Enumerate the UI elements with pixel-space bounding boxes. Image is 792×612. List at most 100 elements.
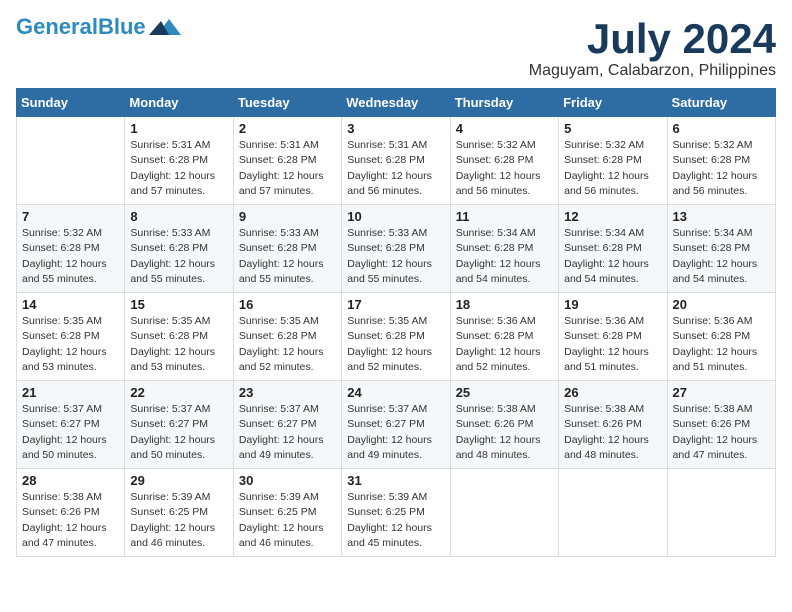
day-number: 2: [239, 121, 336, 136]
day-info: Sunrise: 5:36 AM Sunset: 6:28 PM Dayligh…: [673, 314, 770, 375]
day-info: Sunrise: 5:37 AM Sunset: 6:27 PM Dayligh…: [347, 402, 444, 463]
day-info: Sunrise: 5:31 AM Sunset: 6:28 PM Dayligh…: [347, 138, 444, 199]
calendar-cell: 13Sunrise: 5:34 AM Sunset: 6:28 PM Dayli…: [667, 205, 775, 293]
calendar-cell: 4Sunrise: 5:32 AM Sunset: 6:28 PM Daylig…: [450, 117, 558, 205]
calendar-cell: 29 Sunrise: 5:39 AM Sunset: 6:25 PM Dayli…: [125, 469, 233, 557]
day-info: Sunrise: 5:31 AM Sunset: 6:28 PM Dayligh…: [130, 138, 227, 199]
weekday-header-friday: Friday: [559, 89, 667, 117]
calendar-cell: 10 Sunrise: 5:33 AM Sunset: 6:28 PM Dayli…: [342, 205, 450, 293]
day-number: 6: [673, 121, 770, 136]
day-number: 15: [130, 297, 227, 312]
day-info: Sunrise: 5:32 AM Sunset: 6:28 PM Dayligh…: [22, 226, 119, 287]
day-number: 20: [673, 297, 770, 312]
calendar-cell: 15 Sunrise: 5:35 AM Sunset: 6:28 PM Dayli…: [125, 293, 233, 381]
day-info: Sunrise: 5:32 AM Sunset: 6:28 PM Dayligh…: [564, 138, 661, 199]
day-number: 19: [564, 297, 661, 312]
calendar-cell: 24 Sunrise: 5:37 AM Sunset: 6:27 PM Dayli…: [342, 381, 450, 469]
title-area: July 2024 Maguyam, Calabarzon, Philippin…: [529, 16, 776, 80]
logo-text: GeneralBlue: [16, 16, 146, 38]
calendar-week-5: 28 Sunrise: 5:38 AM Sunset: 6:26 PM Dayli…: [17, 469, 776, 557]
day-number: 8: [130, 209, 227, 224]
calendar-cell: 9 Sunrise: 5:33 AM Sunset: 6:28 PM Daylig…: [233, 205, 341, 293]
calendar-week-2: 7 Sunrise: 5:32 AM Sunset: 6:28 PM Daylig…: [17, 205, 776, 293]
page-header: GeneralBlue July 2024 Maguyam, Calabarzo…: [16, 16, 776, 80]
day-number: 30: [239, 473, 336, 488]
calendar-cell: 2 Sunrise: 5:31 AM Sunset: 6:28 PM Daylig…: [233, 117, 341, 205]
weekday-header-thursday: Thursday: [450, 89, 558, 117]
day-info: Sunrise: 5:38 AM Sunset: 6:26 PM Dayligh…: [22, 490, 119, 551]
day-number: 4: [456, 121, 553, 136]
calendar-cell: 17Sunrise: 5:35 AM Sunset: 6:28 PM Dayli…: [342, 293, 450, 381]
month-title: July 2024: [529, 16, 776, 62]
day-info: Sunrise: 5:34 AM Sunset: 6:28 PM Dayligh…: [564, 226, 661, 287]
day-number: 18: [456, 297, 553, 312]
day-number: 12: [564, 209, 661, 224]
calendar-cell: 30Sunrise: 5:39 AM Sunset: 6:25 PM Dayli…: [233, 469, 341, 557]
calendar-cell: 12 Sunrise: 5:34 AM Sunset: 6:28 PM Dayli…: [559, 205, 667, 293]
calendar-cell: 20 Sunrise: 5:36 AM Sunset: 6:28 PM Dayli…: [667, 293, 775, 381]
day-info: Sunrise: 5:35 AM Sunset: 6:28 PM Dayligh…: [347, 314, 444, 375]
calendar-cell: 26 Sunrise: 5:38 AM Sunset: 6:26 PM Dayli…: [559, 381, 667, 469]
day-number: 21: [22, 385, 119, 400]
logo: GeneralBlue: [16, 16, 181, 38]
weekday-header-saturday: Saturday: [667, 89, 775, 117]
calendar-cell: 8 Sunrise: 5:33 AM Sunset: 6:28 PM Daylig…: [125, 205, 233, 293]
day-number: 10: [347, 209, 444, 224]
day-info: Sunrise: 5:32 AM Sunset: 6:28 PM Dayligh…: [673, 138, 770, 199]
day-number: 11: [456, 209, 553, 224]
day-info: Sunrise: 5:33 AM Sunset: 6:28 PM Dayligh…: [347, 226, 444, 287]
day-info: Sunrise: 5:37 AM Sunset: 6:27 PM Dayligh…: [22, 402, 119, 463]
calendar-cell: 28 Sunrise: 5:38 AM Sunset: 6:26 PM Dayli…: [17, 469, 125, 557]
calendar-cell: 7 Sunrise: 5:32 AM Sunset: 6:28 PM Daylig…: [17, 205, 125, 293]
calendar-cell: 6 Sunrise: 5:32 AM Sunset: 6:28 PM Daylig…: [667, 117, 775, 205]
calendar-cell: 16Sunrise: 5:35 AM Sunset: 6:28 PM Dayli…: [233, 293, 341, 381]
calendar-cell: 21 Sunrise: 5:37 AM Sunset: 6:27 PM Dayli…: [17, 381, 125, 469]
day-number: 3: [347, 121, 444, 136]
calendar-cell: 1 Sunrise: 5:31 AM Sunset: 6:28 PM Daylig…: [125, 117, 233, 205]
calendar-cell: 5Sunrise: 5:32 AM Sunset: 6:28 PM Daylig…: [559, 117, 667, 205]
day-info: Sunrise: 5:38 AM Sunset: 6:26 PM Dayligh…: [564, 402, 661, 463]
day-info: Sunrise: 5:33 AM Sunset: 6:28 PM Dayligh…: [130, 226, 227, 287]
day-number: 26: [564, 385, 661, 400]
day-number: 16: [239, 297, 336, 312]
day-info: Sunrise: 5:36 AM Sunset: 6:28 PM Dayligh…: [456, 314, 553, 375]
day-number: 23: [239, 385, 336, 400]
calendar-cell: 23 Sunrise: 5:37 AM Sunset: 6:27 PM Dayli…: [233, 381, 341, 469]
calendar-cell: 22Sunrise: 5:37 AM Sunset: 6:27 PM Dayli…: [125, 381, 233, 469]
day-info: Sunrise: 5:39 AM Sunset: 6:25 PM Dayligh…: [347, 490, 444, 551]
calendar-header-row: SundayMondayTuesdayWednesdayThursdayFrid…: [17, 89, 776, 117]
day-number: 31: [347, 473, 444, 488]
day-info: Sunrise: 5:33 AM Sunset: 6:28 PM Dayligh…: [239, 226, 336, 287]
weekday-header-wednesday: Wednesday: [342, 89, 450, 117]
day-info: Sunrise: 5:38 AM Sunset: 6:26 PM Dayligh…: [456, 402, 553, 463]
day-number: 25: [456, 385, 553, 400]
weekday-header-sunday: Sunday: [17, 89, 125, 117]
day-number: 9: [239, 209, 336, 224]
calendar-cell: 14Sunrise: 5:35 AM Sunset: 6:28 PM Dayli…: [17, 293, 125, 381]
day-number: 28: [22, 473, 119, 488]
calendar-cell: 25 Sunrise: 5:38 AM Sunset: 6:26 PM Dayli…: [450, 381, 558, 469]
calendar-cell: 11Sunrise: 5:34 AM Sunset: 6:28 PM Dayli…: [450, 205, 558, 293]
day-number: 29: [130, 473, 227, 488]
day-number: 24: [347, 385, 444, 400]
calendar-cell: 31 Sunrise: 5:39 AM Sunset: 6:25 PM Dayli…: [342, 469, 450, 557]
day-number: 22: [130, 385, 227, 400]
calendar-cell: [450, 469, 558, 557]
calendar-cell: 27Sunrise: 5:38 AM Sunset: 6:26 PM Dayli…: [667, 381, 775, 469]
calendar-cell: 19Sunrise: 5:36 AM Sunset: 6:28 PM Dayli…: [559, 293, 667, 381]
day-info: Sunrise: 5:37 AM Sunset: 6:27 PM Dayligh…: [239, 402, 336, 463]
calendar-cell: [559, 469, 667, 557]
calendar-cell: [667, 469, 775, 557]
day-number: 1: [130, 121, 227, 136]
weekday-header-monday: Monday: [125, 89, 233, 117]
location: Maguyam, Calabarzon, Philippines: [529, 62, 776, 80]
day-info: Sunrise: 5:34 AM Sunset: 6:28 PM Dayligh…: [673, 226, 770, 287]
day-number: 27: [673, 385, 770, 400]
calendar-cell: 3 Sunrise: 5:31 AM Sunset: 6:28 PM Daylig…: [342, 117, 450, 205]
day-info: Sunrise: 5:39 AM Sunset: 6:25 PM Dayligh…: [130, 490, 227, 551]
day-info: Sunrise: 5:35 AM Sunset: 6:28 PM Dayligh…: [130, 314, 227, 375]
weekday-header-tuesday: Tuesday: [233, 89, 341, 117]
day-info: Sunrise: 5:31 AM Sunset: 6:28 PM Dayligh…: [239, 138, 336, 199]
calendar-body: 1 Sunrise: 5:31 AM Sunset: 6:28 PM Daylig…: [17, 117, 776, 557]
day-number: 7: [22, 209, 119, 224]
